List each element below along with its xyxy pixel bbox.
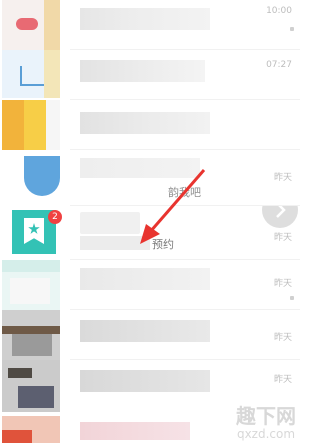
chat-list-item[interactable]: 10:00 — [0, 0, 300, 50]
message-time: 昨天 — [273, 333, 292, 343]
contact-name-blurred — [80, 320, 210, 342]
avatar — [2, 100, 60, 150]
contact-name-blurred — [80, 370, 210, 392]
avatar — [2, 260, 60, 310]
avatar — [2, 416, 60, 443]
chat-list-item[interactable]: 2 预约 昨天 — [0, 206, 300, 260]
message-time: 昨天 — [273, 375, 292, 385]
message-time: 07:27 — [266, 60, 292, 70]
chat-list-item[interactable]: 07:27 — [0, 50, 300, 100]
avatar — [2, 50, 60, 98]
mute-icon — [290, 296, 294, 300]
message-preview: 韵我吧 — [168, 186, 201, 199]
message-preview: 预约 — [152, 238, 174, 251]
chat-list-item[interactable]: 昨天 — [0, 260, 300, 310]
message-preview-blurred — [80, 236, 150, 250]
message-time: 10:00 — [266, 6, 292, 16]
contact-name-blurred — [80, 158, 200, 178]
avatar — [2, 360, 60, 412]
avatar — [2, 152, 60, 204]
chat-list-item[interactable]: 昨天 — [0, 310, 300, 360]
watermark-title: 趣下网 — [236, 404, 296, 428]
unread-count: 2 — [52, 212, 58, 222]
message-time: 昨天 — [273, 233, 292, 243]
contact-name-blurred — [80, 112, 210, 134]
chat-list-item[interactable] — [0, 100, 300, 150]
scroll-forward-button[interactable] — [262, 206, 298, 228]
unread-badge: 2 — [48, 210, 62, 224]
contact-name-blurred — [80, 422, 190, 440]
watermark-url: qxzd.com — [236, 427, 296, 441]
avatar — [2, 0, 60, 50]
contact-name-blurred — [80, 8, 210, 30]
contact-name-blurred — [80, 212, 140, 234]
message-time: 昨天 — [273, 173, 292, 183]
chat-list-item[interactable]: 韵我吧 昨天 — [0, 150, 300, 206]
chevron-right-icon — [276, 206, 286, 218]
mute-icon — [290, 27, 294, 31]
message-time: 昨天 — [273, 279, 292, 289]
contact-name-blurred — [80, 268, 210, 290]
watermark: 趣下网 qxzd.com — [236, 405, 296, 441]
contact-name-blurred — [80, 60, 205, 82]
avatar — [2, 310, 60, 360]
